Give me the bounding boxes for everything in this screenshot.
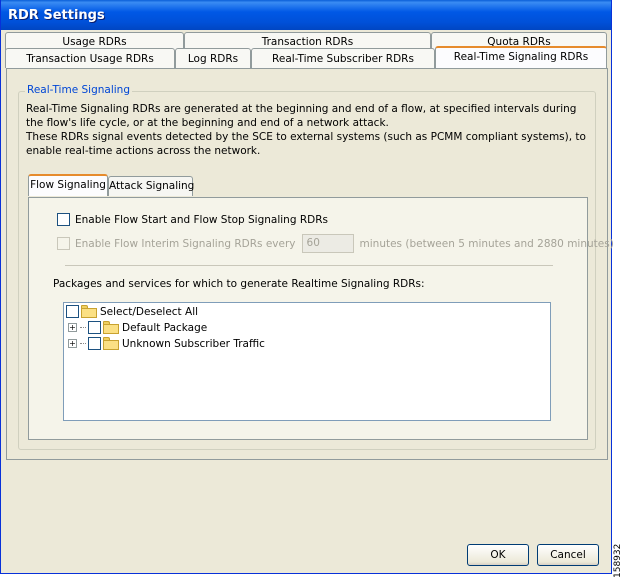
group-legend: Real-Time Signaling [25,84,132,96]
inner-tabs: Flow Signaling Attack Signaling Enable F… [28,174,614,440]
enable-start-stop-row[interactable]: Enable Flow Start and Flow Stop Signalin… [57,213,328,226]
packages-tree[interactable]: Select/Deselect All + Default Package + [63,302,551,421]
packages-label: Packages and services for which to gener… [53,278,425,290]
tab-log-rdrs[interactable]: Log RDRs [175,48,251,68]
rdr-settings-window: RDR Settings Usage RDRs Transaction RDRs… [0,0,614,574]
enable-interim-checkbox[interactable] [57,237,70,250]
description-line-1: Real-Time Signaling RDRs are generated a… [26,103,577,129]
tree-root-row[interactable]: Select/Deselect All [66,305,198,318]
tab-real-time-signaling-rdrs[interactable]: Real-Time Signaling RDRs [435,46,607,68]
interim-minutes-suffix: minutes (between 5 minutes and 2880 minu… [359,237,614,250]
tab-transaction-usage-rdrs[interactable]: Transaction Usage RDRs [5,48,175,68]
select-all-label: Select/Deselect All [100,305,199,318]
tree-line [80,327,86,328]
unknown-subscriber-label: Unknown Subscriber Traffic [122,337,265,350]
figure-number: 158932 [613,543,623,578]
ok-button[interactable]: OK [467,544,529,566]
window-title: RDR Settings [1,0,611,30]
description-line-2: These RDRs signal events detected by the… [26,131,586,157]
enable-interim-row: Enable Flow Interim Signaling RDRs every… [57,234,614,253]
expand-icon[interactable]: + [68,323,77,332]
folder-icon [103,321,119,334]
tab-panel: Real-Time Signaling Real-Time Signaling … [6,68,614,460]
flow-signaling-panel: Enable Flow Start and Flow Stop Signalin… [28,197,614,440]
separator [65,265,553,266]
real-time-signaling-group: Real-Time Signaling Real-Time Signaling … [18,84,614,450]
tab-strip: Usage RDRs Transaction RDRs Quota RDRs T… [5,32,609,68]
tree-item-unknown-subscriber-traffic[interactable]: + Unknown Subscriber Traffic [68,337,265,350]
enable-start-stop-label: Enable Flow Start and Flow Stop Signalin… [75,213,328,226]
default-package-checkbox[interactable] [88,321,101,334]
tab-attack-signaling[interactable]: Attack Signaling [108,176,194,196]
cancel-button[interactable]: Cancel [537,544,599,566]
select-all-checkbox[interactable] [66,305,79,318]
enable-start-stop-checkbox[interactable] [57,213,70,226]
default-package-label: Default Package [122,321,208,334]
expand-icon[interactable]: + [68,339,77,348]
enable-interim-label: Enable Flow Interim Signaling RDRs every [75,237,296,250]
tree-item-default-package[interactable]: + Default Package [68,321,207,334]
tree-line [80,343,86,344]
tab-real-time-subscriber-rdrs[interactable]: Real-Time Subscriber RDRs [251,48,435,68]
interim-minutes-input[interactable]: 60 [301,234,354,253]
tab-flow-signaling[interactable]: Flow Signaling [28,174,108,196]
folder-icon [103,337,119,350]
unknown-subscriber-checkbox[interactable] [88,337,101,350]
folder-icon [81,305,97,318]
group-description: Real-Time Signaling RDRs are generated a… [26,102,592,158]
